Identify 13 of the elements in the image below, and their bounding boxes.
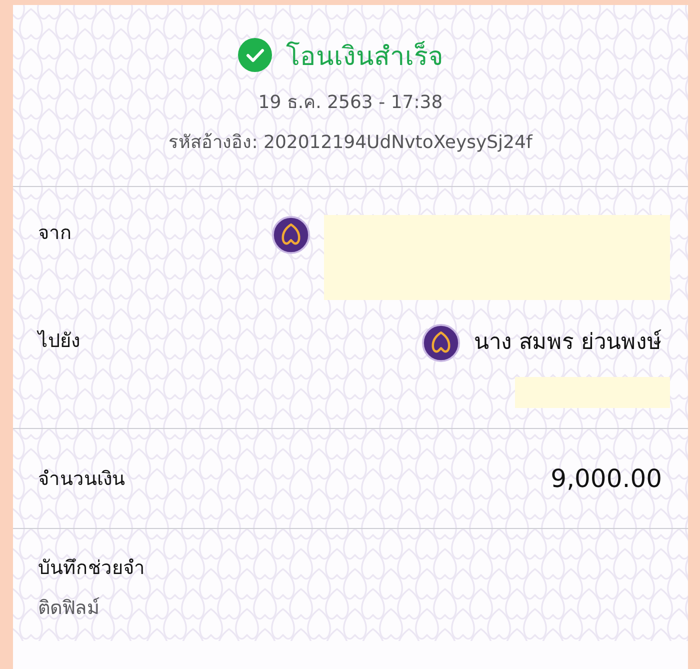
party-label: ไปยัง — [38, 329, 80, 354]
bank-logo-icon — [422, 324, 460, 362]
check-circle-icon — [238, 38, 272, 72]
status-title: โอนเงินสำเร็จ — [286, 40, 443, 74]
memo-label: บันทึกช่วยจำ — [38, 556, 145, 581]
transfer-datetime: 19 ธ.ค. 2563 - 17:38 — [258, 91, 443, 115]
amount-value: 9,000.00 — [550, 464, 662, 493]
party-label: จาก — [38, 221, 72, 246]
reference-code: รหัสอ้างอิง: 202012194UdNvtoXeysySj24f — [168, 131, 532, 155]
account-name: นาง สมพร ย่วนพงษ์ — [474, 328, 662, 357]
memo-text: ติดฟิลม์ — [38, 596, 100, 621]
amount-label: จำนวนเงิน — [38, 466, 125, 492]
bank-logo-icon — [272, 216, 310, 254]
